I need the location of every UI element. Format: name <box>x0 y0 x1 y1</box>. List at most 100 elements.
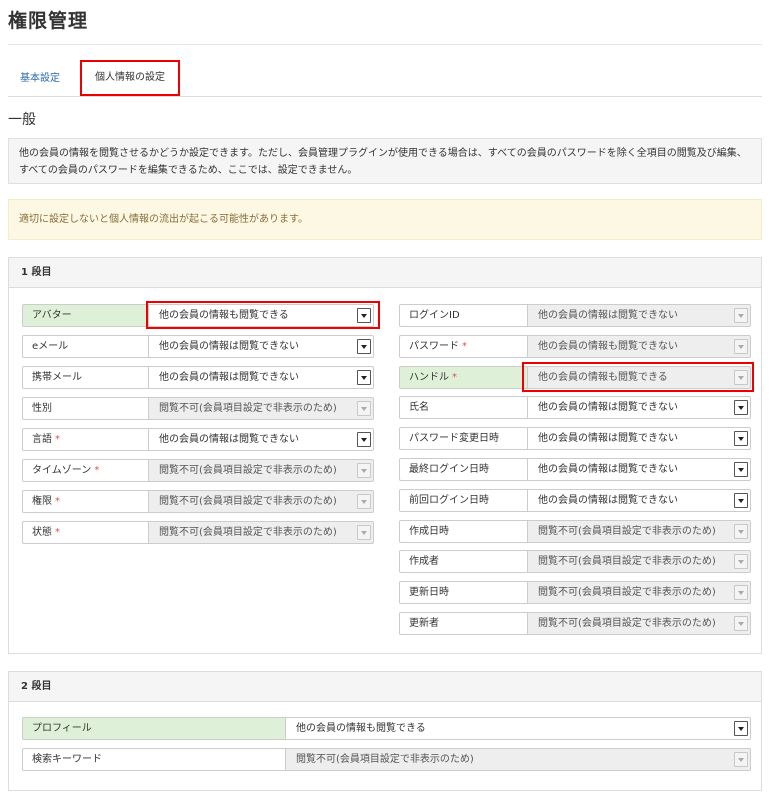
permission-select-value: 他の会員の情報も閲覧できる <box>159 310 289 321</box>
permission-row: 権限 * 閲覧不可(会員項目設定で非表示のため) <box>22 490 374 513</box>
permission-select-value: 他の会員の情報は閲覧できない <box>538 310 678 321</box>
field-label: アバター <box>22 304 148 327</box>
permission-row: 更新日時 閲覧不可(会員項目設定で非表示のため) <box>399 581 751 605</box>
permission-select-value: 閲覧不可(会員項目設定で非表示のため) <box>538 525 716 537</box>
chevron-down-icon <box>734 523 748 539</box>
permission-select-value: 閲覧不可(会員項目設定で非表示のため) <box>159 496 337 507</box>
permission-select: 閲覧不可(会員項目設定で非表示のため) <box>527 612 751 635</box>
field-label-text: 最終ログイン日時 <box>409 464 489 475</box>
permission-select-value: 他の会員の情報は閲覧できない <box>159 372 299 383</box>
permission-row: 最終ログイン日時 他の会員の情報は閲覧できない <box>399 458 751 481</box>
permission-select-value: 他の会員の情報は閲覧できない <box>538 494 678 506</box>
chevron-down-icon[interactable] <box>734 492 748 508</box>
field-label-text: 更新日時 <box>409 587 449 599</box>
permission-select[interactable]: 他の会員の情報も閲覧できる <box>148 304 374 327</box>
chevron-down-icon <box>734 308 748 323</box>
permission-row: 状態 * 閲覧不可(会員項目設定で非表示のため) <box>22 521 374 544</box>
chevron-down-icon <box>357 401 371 416</box>
field-label: パスワード * <box>399 334 527 358</box>
field-label-text: アバター <box>32 310 72 321</box>
permission-select-value: 閲覧不可(会員項目設定で非表示のため) <box>159 403 337 414</box>
permission-row: eメール 他の会員の情報は閲覧できない <box>22 335 374 358</box>
permission-select: 閲覧不可(会員項目設定で非表示のため) <box>148 521 374 544</box>
permission-select-value: 他の会員の情報は閲覧できない <box>159 434 299 445</box>
permission-row: ハンドル * 他の会員の情報も閲覧できる <box>399 365 751 389</box>
panel-row-2-title: 2 段目 <box>9 672 761 702</box>
field-label: 最終ログイン日時 <box>399 458 527 481</box>
permission-select: 閲覧不可(会員項目設定で非表示のため) <box>527 519 751 543</box>
tab-personal-info-settings[interactable]: 個人情報の設定 <box>80 60 180 96</box>
field-label-text: パスワード変更日時 <box>409 433 499 445</box>
permission-row: 作成者 閲覧不可(会員項目設定で非表示のため) <box>399 550 751 574</box>
field-label-text: ログインID <box>409 310 460 321</box>
chevron-down-icon[interactable] <box>734 400 748 416</box>
permission-select[interactable]: 他の会員の情報は閲覧できない <box>527 396 751 420</box>
permission-select[interactable]: 他の会員の情報は閲覧できない <box>527 458 751 481</box>
field-label-text: パスワード <box>409 340 459 352</box>
field-label: プロフィール <box>22 717 285 740</box>
permission-row: プロフィール 他の会員の情報も閲覧できる <box>22 717 751 740</box>
chevron-down-icon <box>734 585 748 601</box>
permission-select[interactable]: 他の会員の情報は閲覧できない <box>527 488 751 512</box>
field-label-text: プロフィール <box>32 723 92 734</box>
chevron-down-icon[interactable] <box>734 431 748 447</box>
permission-row: パスワード変更日時 他の会員の情報は閲覧できない <box>399 427 751 451</box>
permission-select-value: 閲覧不可(会員項目設定で非表示のため) <box>159 465 337 476</box>
field-label: パスワード変更日時 <box>399 427 527 451</box>
permission-select: 他の会員の情報も閲覧できない <box>527 334 751 358</box>
chevron-down-icon[interactable] <box>357 432 371 447</box>
permission-select-value: 他の会員の情報も閲覧できない <box>538 340 678 352</box>
chevron-down-icon[interactable] <box>357 370 371 385</box>
tab-basic-settings[interactable]: 基本設定 <box>20 60 60 97</box>
required-mark: * <box>55 527 60 538</box>
permission-select: 他の会員の情報は閲覧できない <box>527 304 751 327</box>
field-label: タイムゾーン * <box>22 459 148 482</box>
field-label-text: 前回ログイン日時 <box>409 494 489 506</box>
permission-row: 前回ログイン日時 他の会員の情報は閲覧できない <box>399 488 751 512</box>
chevron-down-icon <box>357 463 371 478</box>
field-label-text: ハンドル <box>409 371 449 383</box>
field-label-text: 氏名 <box>409 402 429 414</box>
permission-select[interactable]: 他の会員の情報は閲覧できない <box>148 428 374 451</box>
permission-select: 閲覧不可(会員項目設定で非表示のため) <box>148 397 374 420</box>
permission-select[interactable]: 他の会員の情報は閲覧できない <box>148 366 374 389</box>
permission-select[interactable]: 他の会員の情報も閲覧できる <box>285 717 751 740</box>
permission-row: タイムゾーン * 閲覧不可(会員項目設定で非表示のため) <box>22 459 374 482</box>
warning-message: 適切に設定しないと個人情報の流出が起こる可能性があります。 <box>8 199 762 240</box>
field-label: 更新者 <box>399 612 527 635</box>
permission-select-value: 閲覧不可(会員項目設定で非表示のため) <box>296 754 474 765</box>
permission-select[interactable]: 他の会員の情報は閲覧できない <box>527 427 751 451</box>
field-label-text: タイムゾーン <box>32 465 92 476</box>
permission-select: 閲覧不可(会員項目設定で非表示のため) <box>527 581 751 605</box>
field-label: 性別 <box>22 397 148 420</box>
field-label: 作成日時 <box>399 519 527 543</box>
required-mark: * <box>94 465 100 476</box>
permission-row: 携帯メール 他の会員の情報は閲覧できない <box>22 366 374 389</box>
permission-select: 閲覧不可(会員項目設定で非表示のため) <box>285 748 751 771</box>
permission-select-value: 閲覧不可(会員項目設定で非表示のため) <box>538 618 716 629</box>
info-message: 他の会員の情報を閲覧させるかどうか設定できます。ただし、会員管理プラグインが使用… <box>8 138 762 184</box>
panel-row-2: 2 段目 プロフィール 他の会員の情報も閲覧できる 検索キーワード 閲覧不可(会員項目… <box>8 671 762 791</box>
permission-select-value: 他の会員の情報も閲覧できる <box>296 723 426 734</box>
panel-row-1-title: 1 段目 <box>9 258 761 288</box>
chevron-down-icon <box>357 494 371 509</box>
permission-select-value: 他の会員の情報も閲覧できる <box>538 371 668 383</box>
chevron-down-icon[interactable] <box>357 339 371 354</box>
required-mark: * <box>452 371 457 383</box>
permission-select-value: 他の会員の情報は閲覧できない <box>538 464 678 475</box>
chevron-down-icon[interactable] <box>734 462 748 477</box>
field-label-text: 更新者 <box>409 618 439 629</box>
chevron-down-icon[interactable] <box>734 721 748 736</box>
permission-select-value: 閲覧不可(会員項目設定で非表示のため) <box>159 527 337 538</box>
chevron-down-icon[interactable] <box>357 308 371 323</box>
permission-select-value: 閲覧不可(会員項目設定で非表示のため) <box>538 587 716 599</box>
permission-select[interactable]: 他の会員の情報は閲覧できない <box>148 335 374 358</box>
permission-row: 性別 閲覧不可(会員項目設定で非表示のため) <box>22 397 374 420</box>
tab-bar: 基本設定 個人情報の設定 <box>8 60 762 97</box>
field-label-text: 携帯メール <box>32 372 82 383</box>
permission-row: 氏名 他の会員の情報は閲覧できない <box>399 396 751 420</box>
field-label-text: 状態 <box>32 527 52 538</box>
permission-row: ログインID 他の会員の情報は閲覧できない <box>399 304 751 327</box>
chevron-down-icon <box>734 616 748 631</box>
permission-select-value: 閲覧不可(会員項目設定で非表示のため) <box>538 556 716 568</box>
